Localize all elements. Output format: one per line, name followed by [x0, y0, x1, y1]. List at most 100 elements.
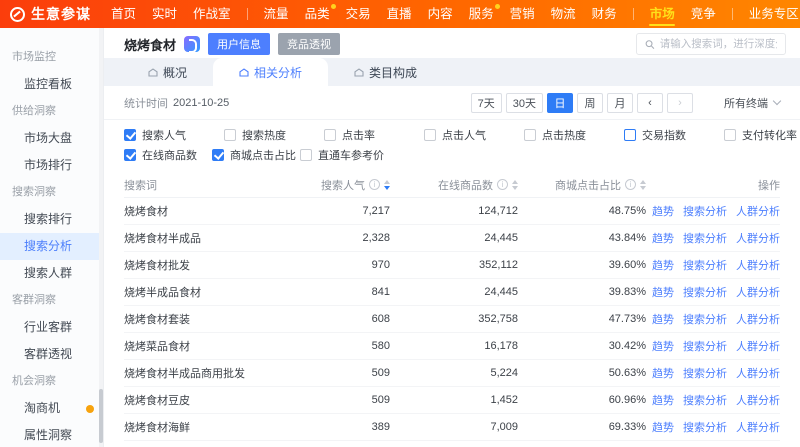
action-link[interactable]: 人群分析 [736, 203, 780, 219]
action-link[interactable]: 搜索分析 [683, 392, 727, 408]
action-link[interactable]: 趋势 [652, 284, 674, 300]
action-link[interactable]: 搜索分析 [683, 311, 727, 327]
metric-checkbox-item[interactable]: 搜索人气 [124, 127, 224, 143]
action-link[interactable]: 趋势 [652, 311, 674, 327]
column-label: 搜索人气 [321, 179, 365, 192]
sidebar-item[interactable]: 属性洞察 [0, 422, 103, 447]
action-link[interactable]: 人群分析 [736, 257, 780, 273]
action-link[interactable]: 趋势 [652, 230, 674, 246]
metric-checkbox-item[interactable]: 支付转化率 [724, 127, 800, 143]
action-link[interactable]: 人群分析 [736, 311, 780, 327]
action-link[interactable]: 趋势 [652, 338, 674, 354]
checkbox[interactable] [324, 129, 336, 141]
checkbox[interactable] [224, 129, 236, 141]
nav-item[interactable]: 品类 [305, 0, 336, 28]
nav-item[interactable]: 交易 [346, 0, 371, 28]
search-term-cell: 烧烤食材豆皮 [124, 395, 190, 407]
search-input[interactable] [659, 38, 777, 50]
nav-item[interactable]: 物流 [551, 0, 576, 28]
action-link[interactable]: 搜索分析 [683, 365, 727, 381]
checkbox[interactable] [424, 129, 436, 141]
search-term-cell: 烧烤菜品食材 [124, 341, 190, 353]
action-link[interactable]: 趋势 [652, 203, 674, 219]
nav-item[interactable]: 市场 [650, 0, 675, 28]
range-button[interactable]: 7天 [470, 92, 502, 113]
metric-checkbox-item[interactable]: 点击率 [324, 127, 424, 143]
action-link[interactable]: 趋势 [652, 392, 674, 408]
terminal-dropdown[interactable]: 所有终端 [724, 95, 782, 111]
user-info-button[interactable]: 用户信息 [208, 33, 271, 55]
checkbox[interactable] [124, 129, 136, 141]
action-link[interactable]: 搜索分析 [683, 338, 727, 354]
range-button[interactable]: 周 [577, 92, 603, 113]
info-icon[interactable]: i [625, 179, 636, 190]
metric-checkbox-item[interactable]: 直通车参考价 [300, 147, 388, 163]
action-link[interactable]: 人群分析 [736, 284, 780, 300]
tab-overview[interactable]: 概况 [122, 58, 213, 86]
checkbox[interactable] [212, 149, 224, 161]
nav-item[interactable]: 营销 [510, 0, 535, 28]
checkbox[interactable] [124, 149, 136, 161]
value-cell: 39.60% [608, 259, 646, 271]
nav-item[interactable]: 作战室 [193, 0, 231, 28]
action-link[interactable]: 人群分析 [736, 338, 780, 354]
metric-checkbox-item[interactable]: 点击人气 [424, 127, 524, 143]
action-link[interactable]: 趋势 [652, 365, 674, 381]
metric-checkbox-item[interactable]: 商城点击占比 [212, 147, 300, 163]
competitor-insight-button[interactable]: 竞品透视 [278, 33, 341, 55]
nav-item[interactable]: 流量 [264, 0, 289, 28]
brand[interactable]: 生意参谋 [10, 4, 91, 24]
sidebar-item[interactable]: 搜索人群 [0, 260, 103, 287]
metric-checkbox-item[interactable]: 在线商品数 [124, 147, 212, 163]
tab-label: 概况 [163, 65, 188, 80]
action-link[interactable]: 趋势 [652, 257, 674, 273]
checkbox[interactable] [724, 129, 736, 141]
nav-item[interactable]: 服务 [469, 0, 500, 28]
action-link[interactable]: 搜索分析 [683, 284, 727, 300]
range-button[interactable]: 30天 [505, 92, 543, 113]
range-button[interactable]: 月 [607, 92, 633, 113]
sidebar-item[interactable]: 市场排行 [0, 152, 103, 179]
metric-checkbox-item[interactable]: 点击热度 [524, 127, 624, 143]
tab-category-composition[interactable]: 类目构成 [328, 58, 443, 86]
action-link[interactable]: 人群分析 [736, 230, 780, 246]
nav-item[interactable]: 实时 [152, 0, 177, 28]
action-link[interactable]: 搜索分析 [683, 230, 727, 246]
sidebar-scrollbar-thumb[interactable] [99, 389, 103, 443]
sidebar-item[interactable]: 客群透视 [0, 341, 103, 368]
sidebar-item[interactable]: 行业客群 [0, 314, 103, 341]
tab-related-analysis[interactable]: 相关分析 [213, 58, 329, 86]
metric-checkbox-item[interactable]: 交易指数 [624, 127, 724, 143]
action-link[interactable]: 人群分析 [736, 365, 780, 381]
sidebar-item[interactable]: 监控看板 [0, 71, 103, 98]
column-header: 商城点击占比 i [518, 177, 646, 193]
nav-item[interactable]: 业务专区 [749, 0, 799, 28]
sidebar-item[interactable]: 淘商机 [0, 395, 103, 422]
range-button[interactable]: 日 [547, 92, 573, 113]
action-link[interactable]: 趋势 [652, 419, 674, 435]
sidebar-item[interactable]: 市场大盘 [0, 125, 103, 152]
nav-item[interactable]: 内容 [428, 0, 453, 28]
action-link[interactable]: 人群分析 [736, 419, 780, 435]
prev-period-button[interactable]: ‹ [637, 92, 663, 113]
sidebar-item[interactable]: 搜索分析 [0, 233, 103, 260]
app-shortcut-icon[interactable] [184, 36, 201, 53]
metric-label: 点击人气 [442, 130, 486, 142]
info-icon[interactable]: i [497, 179, 508, 190]
nav-item[interactable]: 竞争 [691, 0, 716, 28]
metric-checkbox-item[interactable]: 搜索热度 [224, 127, 324, 143]
action-link[interactable]: 人群分析 [736, 392, 780, 408]
checkbox[interactable] [524, 129, 536, 141]
nav-item[interactable]: 首页 [111, 0, 136, 28]
checkbox[interactable] [300, 149, 312, 161]
action-link[interactable]: 搜索分析 [683, 419, 727, 435]
checkbox[interactable] [624, 129, 636, 141]
search-box[interactable] [636, 33, 786, 55]
nav-item[interactable]: 财务 [592, 0, 617, 28]
sidebar-item[interactable]: 搜索排行 [0, 206, 103, 233]
info-icon[interactable]: i [369, 179, 380, 190]
action-link[interactable]: 搜索分析 [683, 203, 727, 219]
next-period-button[interactable]: › [667, 92, 693, 113]
nav-item[interactable]: 直播 [387, 0, 412, 28]
action-link[interactable]: 搜索分析 [683, 257, 727, 273]
